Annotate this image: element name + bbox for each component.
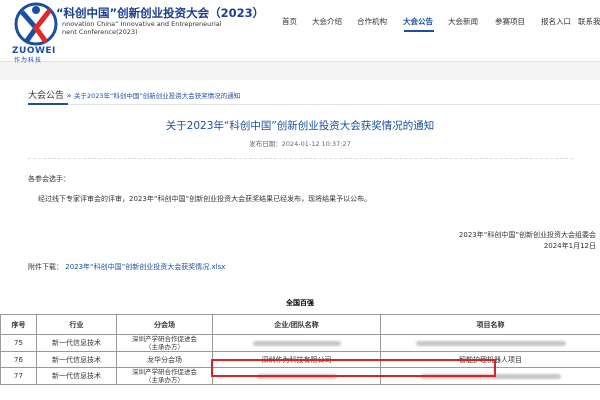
attachment-label: 附件下载： — [28, 263, 63, 271]
attachment-row: 附件下载： 2023年“科创中国”创新创业投资大会获奖情况.xlsx — [28, 262, 225, 272]
cell-venue: 龙华分会场 — [116, 351, 213, 368]
breadcrumb-divider-accent — [28, 103, 68, 105]
site-subtitle-line2: nent Conference(2023) — [62, 28, 138, 36]
results-table: 序号 行业 分会场 企业/团队名称 项目名称 75 新一代信息技术 深圳产学研合… — [0, 314, 600, 385]
redacted-text — [420, 373, 561, 379]
notice-signature-org: 2023年“科创中国”创新创业投资大会组委会 — [458, 231, 596, 239]
site-header: ZUOWEI 作为科技 “科创中国”创新创业投资大会（2023） nnovati… — [0, 0, 600, 64]
table-row-highlighted: 76 新一代信息技术 龙华分会场 深圳作为科技有限公司 智能护理机器人项目 — [0, 351, 600, 368]
cell-no: 77 — [0, 367, 37, 385]
cell-no: 76 — [0, 351, 37, 368]
cell-venue: 深圳产学研合作促进会 （主承办方） — [116, 367, 213, 385]
notice-body: 经过线下专家评审会的评审，2023年“科创中国”创新创业投资大会获奖结果已经发布… — [38, 195, 372, 203]
cell-company-redacted — [212, 367, 381, 385]
cell-venue-line1: 深圳产学研合作促进会 — [132, 335, 197, 344]
nav-item-contact[interactable]: 联系我们 — [578, 16, 600, 27]
table-header-row: 序号 行业 分会场 企业/团队名称 项目名称 — [0, 314, 600, 335]
site-subtitle-line1: nnovation China” Innovative and Entrepre… — [62, 20, 222, 28]
redacted-text — [256, 373, 337, 379]
notice-divider — [28, 158, 573, 159]
cell-industry: 新一代信息技术 — [36, 351, 117, 368]
attachment-download-link[interactable]: 2023年“科创中国”创新创业投资大会获奖情况.xlsx — [65, 263, 225, 271]
cell-project: 智能护理机器人项目 — [380, 351, 600, 368]
cell-industry: 新一代信息技术 — [36, 367, 117, 385]
nav-item-announcements[interactable]: 大会公告 — [403, 16, 433, 27]
cell-industry: 新一代信息技术 — [36, 334, 117, 352]
redacted-text — [415, 340, 566, 346]
header-project: 项目名称 — [380, 314, 600, 335]
table-row: 77 新一代信息技术 深圳产学研合作促进会 （主承办方） — [0, 367, 600, 385]
redacted-text — [252, 340, 341, 346]
table-row: 75 新一代信息技术 深圳产学研合作促进会 （主承办方） — [0, 334, 600, 352]
nav-item-signup[interactable]: 报名入口 — [541, 16, 571, 27]
cell-project-redacted — [380, 334, 600, 352]
breadcrumb-home[interactable]: 大会公告 — [28, 91, 64, 101]
header-industry: 行业 — [36, 314, 117, 335]
cell-venue-line2: （主承办方） — [145, 376, 184, 384]
notice-title: 关于2023年“科创中国”创新创业投资大会获奖情况的通知 — [165, 120, 435, 132]
cell-project-redacted — [380, 367, 600, 385]
main-nav: 首页 大会介绍 合作机构 大会公告 大会新闻 参赛项目 报名入口 联系我们 — [276, 16, 600, 30]
nav-item-partners[interactable]: 合作机构 — [357, 16, 387, 27]
content-panel: 大会公告 » 关于2023年“科创中国”创新创业投资大会获奖情况的通知 关于20… — [0, 80, 600, 290]
nav-item-home[interactable]: 首页 — [282, 16, 297, 27]
site-title: “科创中国”创新创业投资大会（2023） — [56, 6, 265, 20]
nav-item-intro[interactable]: 大会介绍 — [312, 16, 342, 27]
notice-greeting: 各参会选手： — [28, 175, 70, 183]
header-venue: 分会场 — [116, 314, 213, 335]
header-company: 企业/团队名称 — [212, 314, 381, 335]
cell-venue-line2: （主承办方） — [145, 343, 184, 351]
nav-active-indicator — [404, 30, 434, 32]
cell-company-redacted — [212, 334, 381, 352]
cell-venue-line1: 深圳产学研合作促进会 — [132, 368, 197, 377]
logo-wordmark-cn: 作为科技 — [14, 57, 43, 64]
header-no: 序号 — [0, 314, 37, 335]
notice-signature-date: 2024年1月12日 — [543, 242, 596, 250]
cell-venue: 深圳产学研合作促进会 （主承办方） — [116, 334, 213, 352]
cell-no: 75 — [0, 334, 37, 352]
breadcrumb: 大会公告 » 关于2023年“科创中国”创新创业投资大会获奖情况的通知 — [28, 88, 240, 101]
notice-publish-date: 发布日期：2024-01-12 10:37:27 — [249, 140, 351, 148]
cell-company: 深圳作为科技有限公司 — [212, 351, 381, 368]
breadcrumb-separator: » — [66, 91, 72, 100]
nav-item-projects[interactable]: 参赛项目 — [495, 16, 525, 27]
breadcrumb-current[interactable]: 关于2023年“科创中国”创新创业投资大会获奖情况的通知 — [74, 92, 240, 100]
sheet-title: 全国百强 — [286, 299, 314, 307]
breadcrumb-divider — [28, 104, 600, 105]
nav-item-news[interactable]: 大会新闻 — [448, 16, 478, 27]
results-spreadsheet: 全国百强 序号 行业 分会场 企业/团队名称 项目名称 75 新一代信息技术 深… — [0, 290, 600, 400]
